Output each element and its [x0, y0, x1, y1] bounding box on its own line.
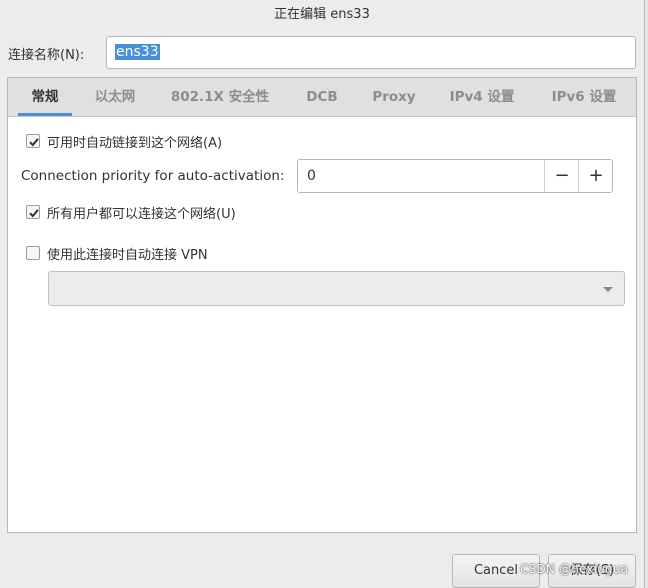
chevron-down-icon: [603, 287, 613, 292]
tab-bar: 常规 以太网 802.1X 安全性 DCB Proxy IPv4 设置 IPv6…: [8, 78, 636, 117]
connection-name-row: 连接名称(N): ens33: [0, 34, 644, 72]
priority-value[interactable]: 0: [307, 168, 316, 184]
check-icon: [29, 138, 39, 147]
settings-notebook: 常规 以太网 802.1X 安全性 DCB Proxy IPv4 设置 IPv6…: [7, 77, 637, 533]
increment-button[interactable]: +: [578, 160, 613, 192]
all-users-label: 所有用户都可以连接这个网络(U): [47, 206, 236, 222]
auto-vpn-checkbox[interactable]: [26, 246, 40, 260]
priority-label: Connection priority for auto-activation:: [21, 168, 285, 184]
edit-connection-dialog: 正在编辑 ens33 连接名称(N): ens33 常规 以太网 802.1X …: [0, 0, 645, 588]
auto-connect-label: 可用时自动链接到这个网络(A): [47, 135, 223, 151]
tab-dcb[interactable]: DCB: [296, 78, 348, 116]
tab-ipv6-settings[interactable]: IPv6 设置: [542, 78, 626, 116]
watermark: CSDN @hexiugua: [520, 562, 629, 576]
tab-ipv4-settings[interactable]: IPv4 设置: [440, 78, 524, 116]
tab-ethernet[interactable]: 以太网: [86, 78, 144, 116]
connection-name-input[interactable]: ens33: [106, 36, 636, 69]
check-icon: [29, 209, 39, 218]
window-title: 正在编辑 ens33: [274, 7, 370, 22]
connection-name-label: 连接名称(N):: [8, 48, 85, 63]
tab-general[interactable]: 常规: [18, 78, 72, 116]
decrement-button[interactable]: −: [544, 160, 579, 192]
vpn-select[interactable]: [48, 271, 625, 306]
tab-proxy[interactable]: Proxy: [366, 78, 422, 116]
connection-name-value: ens33: [115, 44, 160, 60]
auto-vpn-row[interactable]: 使用此连接时自动连接 VPN: [26, 243, 208, 263]
auto-vpn-label: 使用此连接时自动连接 VPN: [47, 247, 208, 263]
tab-8021x-security[interactable]: 802.1X 安全性: [164, 78, 276, 116]
auto-connect-checkbox[interactable]: [26, 134, 40, 148]
priority-spinbutton[interactable]: 0 − +: [297, 159, 613, 193]
all-users-checkbox[interactable]: [26, 205, 40, 219]
all-users-row[interactable]: 所有用户都可以连接这个网络(U): [26, 202, 236, 222]
auto-connect-row[interactable]: 可用时自动链接到这个网络(A): [26, 131, 222, 151]
